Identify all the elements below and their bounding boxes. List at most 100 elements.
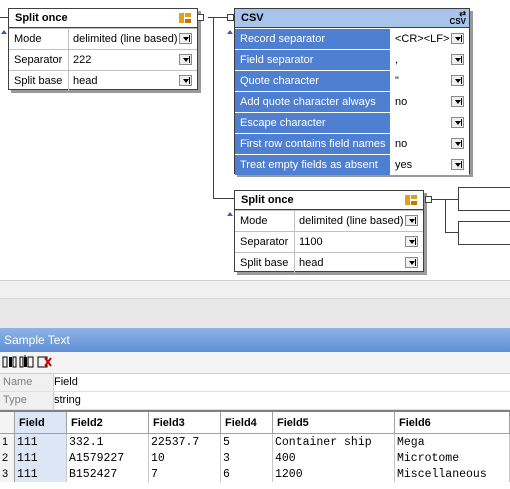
split-once-node-2[interactable]: Split once Mode delimited (line based) Se… <box>234 190 424 273</box>
node-title: Split once <box>241 194 294 206</box>
input-port[interactable] <box>227 14 234 21</box>
split-once-node-1[interactable]: Split once Mode delimited (line based) Se… <box>8 8 198 91</box>
property-value[interactable]: string <box>54 392 81 409</box>
dropdown-arrow-icon[interactable] <box>179 33 192 44</box>
dropdown-arrow-icon[interactable] <box>179 75 192 86</box>
node-header[interactable]: Split once <box>235 191 423 210</box>
dropdown-arrow-icon[interactable] <box>405 257 418 268</box>
property-label: Record separator <box>235 29 391 49</box>
connector-line <box>445 232 458 233</box>
property-key: Name <box>0 374 54 391</box>
output-port[interactable] <box>197 14 204 21</box>
property-row: First row contains field names no <box>235 133 469 154</box>
csv-icon: ⇄ CSV <box>449 9 466 26</box>
property-label: Treat empty fields as absent <box>235 155 391 175</box>
node-title: CSV <box>241 12 264 24</box>
property-label: Separator <box>9 50 69 70</box>
target-node[interactable] <box>458 221 510 245</box>
table-cell[interactable]: 332.1 <box>66 433 149 450</box>
output-port[interactable] <box>425 196 432 203</box>
table-cell[interactable]: 7 <box>148 466 221 482</box>
horizontal-scrollbar[interactable] <box>0 280 510 298</box>
property-value: head <box>73 75 98 87</box>
splitter-area <box>0 298 510 328</box>
property-row: Name Field <box>0 374 510 392</box>
node-header[interactable]: CSV ⇄ CSV <box>235 9 469 28</box>
dropdown-arrow-icon[interactable] <box>451 33 464 44</box>
csv-icon-label: CSV <box>449 17 466 26</box>
table-cell[interactable]: 1200 <box>272 466 395 482</box>
property-row: Separator 1100 <box>235 231 423 252</box>
table-cell[interactable]: 6 <box>220 466 273 482</box>
collapse-arrow-icon[interactable] <box>227 30 233 34</box>
column-header[interactable]: Field2 <box>66 412 149 434</box>
table-cell[interactable]: Container ship <box>272 433 395 450</box>
table-cell[interactable]: Microtome <box>394 450 510 466</box>
dropdown-arrow-icon[interactable] <box>451 75 464 86</box>
property-value: delimited (line based) <box>299 215 404 227</box>
table-cell[interactable]: 3 <box>220 450 273 466</box>
table-cell[interactable]: 10 <box>148 450 221 466</box>
column-header[interactable]: Field6 <box>394 412 510 434</box>
property-label: Add quote character always <box>235 92 391 112</box>
table-cell[interactable]: B152427 <box>66 466 149 482</box>
field-properties: Name Field Type string <box>0 374 510 410</box>
table-cell[interactable]: 111 <box>14 466 67 482</box>
table-cell[interactable]: Miscellaneous <box>394 466 510 482</box>
property-label: Escape character <box>235 113 391 133</box>
table-cell[interactable]: 5 <box>220 433 273 450</box>
property-row: Record separator <CR><LF> <box>235 28 469 49</box>
dropdown-arrow-icon[interactable] <box>451 54 464 65</box>
property-value[interactable]: Field <box>54 374 78 391</box>
header-row: Field Field2 Field3 Field4 Field5 Field6 <box>0 412 510 434</box>
node-header[interactable]: Split once <box>9 9 197 28</box>
table-cell[interactable]: 111 <box>14 433 67 450</box>
dropdown-arrow-icon[interactable] <box>451 117 464 128</box>
mapping-canvas[interactable]: Split once Mode delimited (line based) Se… <box>0 0 510 280</box>
sample-data-grid: Field Field2 Field3 Field4 Field5 Field6… <box>0 410 510 489</box>
table-cell[interactable]: 111 <box>14 450 67 466</box>
column-header[interactable]: Field3 <box>148 412 221 434</box>
dropdown-arrow-icon[interactable] <box>451 159 464 170</box>
dropdown-arrow-icon[interactable] <box>405 215 418 226</box>
table-row: 1 111 332.1 22537.7 5 Container ship Meg… <box>0 433 510 450</box>
property-label: Mode <box>235 211 295 231</box>
csv-node[interactable]: CSV ⇄ CSV Record separator <CR><LF> Field … <box>234 8 470 175</box>
insert-row-icon[interactable] <box>2 355 17 369</box>
delete-row-icon[interactable] <box>37 355 52 369</box>
property-value: delimited (line based) <box>73 33 178 45</box>
property-value: 222 <box>73 54 92 66</box>
property-row: Add quote character always no <box>235 91 469 112</box>
column-header[interactable]: Field4 <box>220 412 273 434</box>
column-header[interactable]: Field5 <box>272 412 395 434</box>
property-label: Split base <box>235 253 295 273</box>
property-row: Escape character <box>235 112 469 133</box>
property-label: First row contains field names <box>235 134 391 154</box>
property-row: Field separator, <box>235 49 469 70</box>
table-cell[interactable]: Mega <box>394 433 510 450</box>
target-node[interactable] <box>458 187 510 211</box>
property-label: Field separator <box>235 50 391 70</box>
property-row: Separator 222 <box>9 49 197 70</box>
property-row: Mode delimited (line based) <box>9 28 197 49</box>
table-cell[interactable]: A1579227 <box>66 450 149 466</box>
collapse-arrow-icon[interactable] <box>227 212 233 216</box>
table-cell[interactable]: 22537.7 <box>148 433 221 450</box>
dropdown-arrow-icon[interactable] <box>405 236 418 247</box>
connector-line <box>213 198 234 199</box>
panel-toolbar <box>0 352 510 374</box>
row-number: 3 <box>0 466 15 482</box>
collapse-arrow-icon[interactable] <box>1 30 7 34</box>
append-row-icon[interactable] <box>19 355 34 369</box>
sample-text-panel-title: Sample Text <box>0 328 510 352</box>
property-value: head <box>299 257 324 269</box>
dropdown-arrow-icon[interactable] <box>179 54 192 65</box>
table-cell[interactable]: 400 <box>272 450 395 466</box>
column-header[interactable]: Field <box>14 412 67 434</box>
connector-line <box>213 17 214 199</box>
split-icon <box>179 13 191 23</box>
dropdown-arrow-icon[interactable] <box>451 96 464 107</box>
property-row: Split base head <box>235 252 423 273</box>
dropdown-arrow-icon[interactable] <box>451 138 464 149</box>
table-row: 3 111 B152427 7 6 1200 Miscellaneous <box>0 466 510 482</box>
